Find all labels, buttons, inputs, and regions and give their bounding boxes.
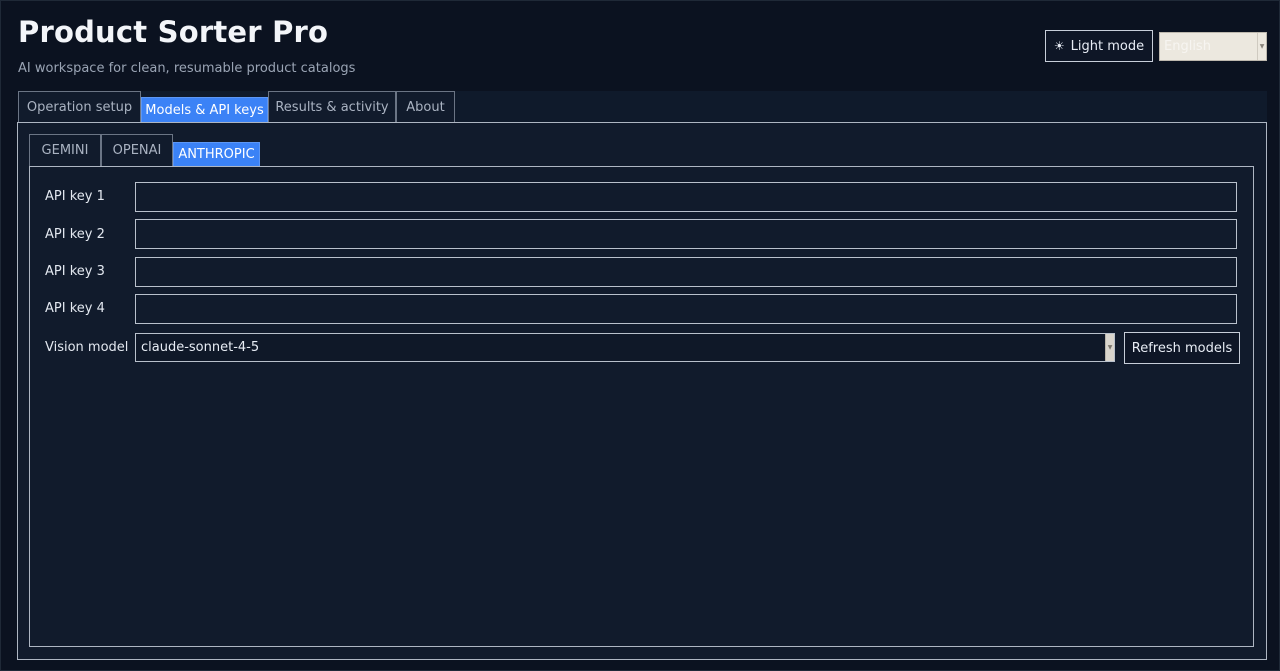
tab-label: About — [406, 100, 445, 115]
tab-label: Operation setup — [26, 100, 133, 115]
tab-operation-setup[interactable]: Operation setup — [18, 91, 141, 123]
api-key-2-input[interactable] — [135, 219, 1237, 249]
tab-results-activity[interactable]: Results & activity — [268, 91, 396, 123]
tab-label: Results & activity — [275, 100, 389, 115]
chevron-down-icon: ▼ — [1257, 33, 1266, 60]
api-key-1-input[interactable] — [135, 182, 1237, 212]
tab-openai[interactable]: OPENAI — [101, 134, 173, 166]
api-key-1-label: API key 1 — [45, 189, 105, 204]
tab-about[interactable]: About — [396, 91, 455, 123]
tab-label: ANTHROPIC — [178, 147, 255, 162]
language-select[interactable]: English ▼ — [1159, 32, 1267, 61]
api-key-4-label: API key 4 — [45, 301, 105, 316]
sun-icon: ☀ — [1053, 39, 1065, 53]
tab-label: Models & API keys — [145, 103, 264, 118]
chevron-down-icon: ▼ — [1105, 334, 1114, 361]
language-select-value: English — [1164, 39, 1211, 54]
tab-gemini[interactable]: GEMINI — [29, 134, 101, 166]
light-mode-label: Light mode — [1070, 38, 1145, 54]
tab-label: GEMINI — [41, 143, 89, 158]
app-subtitle: AI workspace for clean, resumable produc… — [18, 61, 356, 76]
refresh-models-button[interactable]: Refresh models — [1124, 332, 1240, 364]
vision-model-label: Vision model — [45, 340, 129, 355]
api-key-4-input[interactable] — [135, 294, 1237, 324]
vision-model-value: claude-sonnet-4-5 — [141, 340, 260, 355]
tab-anthropic[interactable]: ANTHROPIC — [173, 142, 260, 166]
app-window: Product Sorter Pro AI workspace for clea… — [0, 0, 1280, 671]
tab-models-api-keys[interactable]: Models & API keys — [141, 97, 268, 123]
light-mode-button[interactable]: ☀ Light mode — [1045, 30, 1153, 62]
api-key-3-label: API key 3 — [45, 264, 105, 279]
tab-label: OPENAI — [112, 143, 162, 158]
vision-model-select[interactable]: claude-sonnet-4-5 ▼ — [135, 333, 1115, 362]
api-key-2-label: API key 2 — [45, 227, 105, 242]
app-title: Product Sorter Pro — [18, 15, 329, 49]
api-key-3-input[interactable] — [135, 257, 1237, 287]
